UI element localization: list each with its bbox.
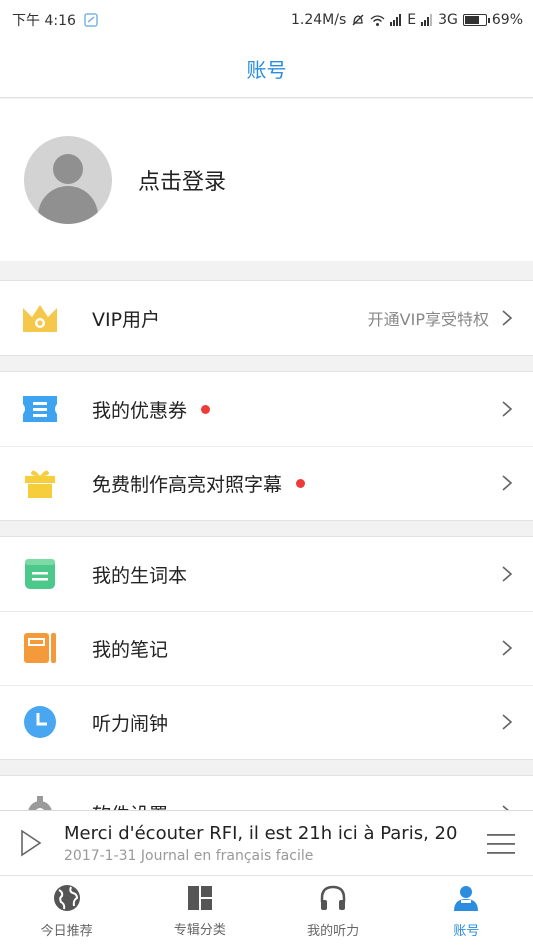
silent-icon [351, 13, 365, 27]
network-e: E [407, 12, 417, 28]
study-group: 我的生词本 我的笔记 听力闹钟 [0, 536, 533, 760]
playlist-icon[interactable] [487, 833, 515, 855]
now-playing[interactable]: Merci d'écouter RFI, il est 21h ici à Pa… [64, 823, 459, 864]
globe-icon [53, 885, 80, 911]
vocab-book-icon [22, 556, 58, 592]
chevron-right-icon [502, 566, 513, 582]
chevron-right-icon [502, 310, 513, 326]
battery-icon [462, 14, 490, 26]
menu-item-subtitles[interactable]: 免费制作高亮对照字幕 [0, 446, 533, 520]
alarm-label: 听力闹钟 [92, 712, 169, 735]
chevron-right-icon [502, 714, 513, 730]
crown-icon [22, 300, 58, 336]
status-bar: 下午 4:16 1.24M/s E 3G 69% [0, 0, 533, 40]
ticket-icon [22, 391, 58, 427]
profile-login[interactable]: 点击登录 [0, 99, 533, 261]
mini-player[interactable]: Merci d'écouter RFI, il est 21h ici à Pa… [0, 810, 533, 875]
subtitles-label: 免费制作高亮对照字幕 [92, 473, 283, 496]
tab-label: 今日推荐 [40, 924, 93, 939]
user-icon [454, 886, 479, 911]
chevron-right-icon [502, 401, 513, 417]
bottom-tab-bar: 今日推荐 专辑分类 我的听力 账号 [0, 875, 533, 947]
signal-icon-2 [421, 14, 433, 26]
tab-label: 账号 [453, 924, 480, 939]
notes-label: 我的笔记 [92, 638, 169, 661]
menu-item-notes[interactable]: 我的笔记 [0, 611, 533, 685]
new-badge-dot [201, 404, 211, 414]
track-subtitle: 2017-1-31 Journal en français facile [64, 847, 314, 864]
tab-my-listening[interactable]: 我的听力 [267, 876, 400, 947]
notebook-icon [22, 630, 58, 666]
menu-item-coupons[interactable]: 我的优惠券 [0, 372, 533, 446]
play-icon[interactable] [20, 829, 42, 857]
menu-item-alarm[interactable]: 听力闹钟 [0, 685, 533, 759]
wifi-icon [370, 14, 385, 27]
tab-account[interactable]: 账号 [400, 876, 533, 947]
account-screen: 下午 4:16 1.24M/s E 3G 69% 账号 点击登录 VIP用户 开… [0, 0, 533, 947]
network-3g: 3G [438, 12, 458, 28]
tab-category[interactable]: 专辑分类 [133, 876, 266, 947]
category-icon [187, 886, 212, 910]
chevron-right-icon [502, 640, 513, 656]
status-time: 下午 4:16 [12, 13, 76, 29]
vip-hint: 开通VIP享受特权 [367, 310, 489, 329]
avatar[interactable] [24, 136, 112, 224]
notification-icon [84, 13, 98, 27]
coupon-group: 我的优惠券 免费制作高亮对照字幕 [0, 371, 533, 521]
headphones-icon [320, 885, 346, 910]
status-speed: 1.24M/s [290, 12, 347, 28]
vocab-label: 我的生词本 [92, 564, 188, 587]
coupons-label: 我的优惠券 [92, 399, 188, 422]
gift-icon [22, 465, 58, 501]
new-badge-dot [296, 478, 306, 488]
menu-item-vocab[interactable]: 我的生词本 [0, 537, 533, 611]
signal-icon [390, 14, 402, 26]
menu-item-vip[interactable]: VIP用户 开通VIP享受特权 [0, 281, 533, 355]
tab-label: 我的听力 [307, 924, 360, 939]
page-title: 账号 [246, 58, 287, 82]
tab-label: 专辑分类 [173, 923, 226, 938]
login-label[interactable]: 点击登录 [138, 164, 226, 196]
tab-recommend[interactable]: 今日推荐 [0, 876, 133, 947]
vip-group: VIP用户 开通VIP享受特权 [0, 280, 533, 356]
track-title: Merci d'écouter RFI, il est 21h ici à Pa… [64, 822, 459, 844]
battery-percent: 69% [491, 12, 523, 28]
clock-icon [22, 704, 58, 740]
vip-label: VIP用户 [92, 308, 161, 331]
chevron-right-icon [502, 475, 513, 491]
header: 账号 [0, 40, 533, 98]
